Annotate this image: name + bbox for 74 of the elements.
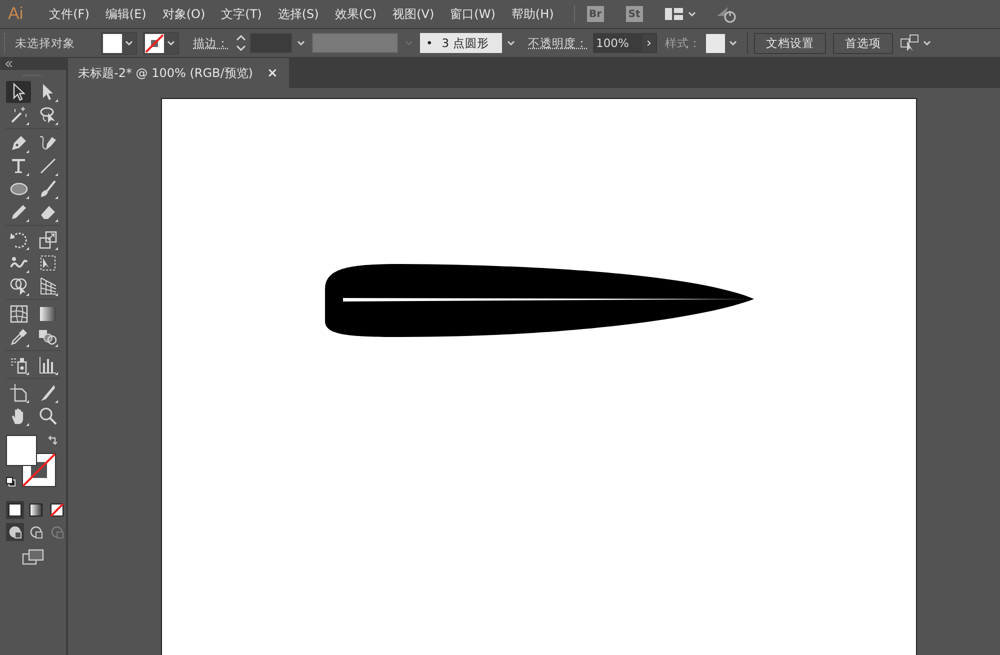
scale-icon [38,230,58,250]
menu-item[interactable]: 帮助(H) [503,4,562,24]
tab-close-button[interactable]: × [267,66,278,80]
opacity-label: 不透明度： [528,36,588,50]
caret-icon[interactable] [506,38,516,48]
mesh-icon [8,304,28,324]
caret-icon[interactable] [166,38,176,48]
lasso-icon [38,104,58,124]
layout-grid-icon[interactable] [664,7,683,21]
align-target-icon[interactable] [900,34,920,52]
menu-item[interactable]: 文字(T) [213,4,270,24]
rocket-power-icon[interactable] [714,4,737,24]
draw-mode-button[interactable] [6,523,24,541]
perspective-grid-icon [38,276,58,296]
free-transform-icon [38,252,58,272]
screen-mode-icon[interactable] [22,549,44,565]
gradient-swatch-icon [29,503,43,517]
control-bar-button[interactable]: 首选项 [833,32,893,54]
fill-color-dropdown[interactable] [101,32,137,54]
caret-icon [404,38,414,48]
draw-inside-icon [50,525,64,539]
collapse-chevrons-icon[interactable] [5,61,13,67]
menu-item[interactable]: 视图(V) [384,4,442,24]
brush-name-text: 3 点圆形 [442,36,489,50]
menu-item[interactable]: 选择(S) [270,4,327,24]
swap-arrows-icon[interactable] [48,435,58,445]
bar-chart-icon [38,354,58,374]
brush-dot-text: • [426,36,433,50]
tool-button[interactable] [6,80,31,102]
caret-icon[interactable] [922,38,932,48]
menu-item[interactable]: 对象(O) [154,4,214,24]
color-mode-button[interactable] [27,501,45,519]
variable-width-profile-field[interactable] [312,33,398,53]
rotate-icon [8,230,28,250]
document-tab[interactable]: 未标题-2* @ 100% (RGB/预览) × [68,58,289,88]
graphic-style-swatch[interactable] [706,34,725,52]
color-mode-button[interactable] [6,501,24,519]
menu-item[interactable]: 编辑(E) [97,4,154,24]
control-bar-button[interactable]: 文档设置 [754,32,826,54]
caret-icon[interactable] [124,38,134,48]
artboard-icon [8,382,28,402]
panel-grip-icon[interactable] [23,74,43,76]
no-color-swatch-icon [50,503,64,517]
opacity-field[interactable]: 100% [593,33,641,53]
menu-item[interactable]: 窗口(W) [442,4,504,24]
caret-icon[interactable] [296,38,306,48]
stepper-arrows-icon[interactable] [234,33,248,53]
menu-item[interactable]: 文件(F) [41,4,98,24]
stroke-color-dropdown[interactable] [143,32,179,54]
zoom-magnifier-icon [38,406,58,426]
draw-normal-icon [8,525,22,539]
default-colors-icon[interactable] [6,477,16,487]
solid-color-swatch-icon [8,503,22,517]
menu-item[interactable]: 效果(C) [326,4,385,24]
draw-behind-icon [29,525,43,539]
document-title: 未标题-2* @ 100% (RGB/预览) [78,64,253,82]
brush-dropdown[interactable]: • 3 点圆形 [420,33,502,53]
fill-swatch [103,34,122,52]
caret-icon[interactable] [728,38,738,48]
color-mode-button[interactable] [48,501,66,519]
fill-swatch[interactable] [6,435,37,466]
shape-builder-icon [8,276,28,296]
app-launcher-button[interactable]: St [626,6,643,22]
stroke-label: 描边： [193,36,229,50]
caret-icon[interactable] [686,9,697,19]
eyedropper-icon [8,326,28,346]
opacity-arrow-button[interactable]: › [641,33,657,53]
style-label: 样式： [665,36,701,50]
app-logo: Ai [8,4,24,24]
line-segment-icon [38,156,58,176]
selection-status-text: 未选择对象 [15,36,76,50]
magic-wand-icon [8,104,28,124]
app-launcher-button[interactable]: Br [586,6,604,22]
no-stroke-swatch [145,34,164,52]
